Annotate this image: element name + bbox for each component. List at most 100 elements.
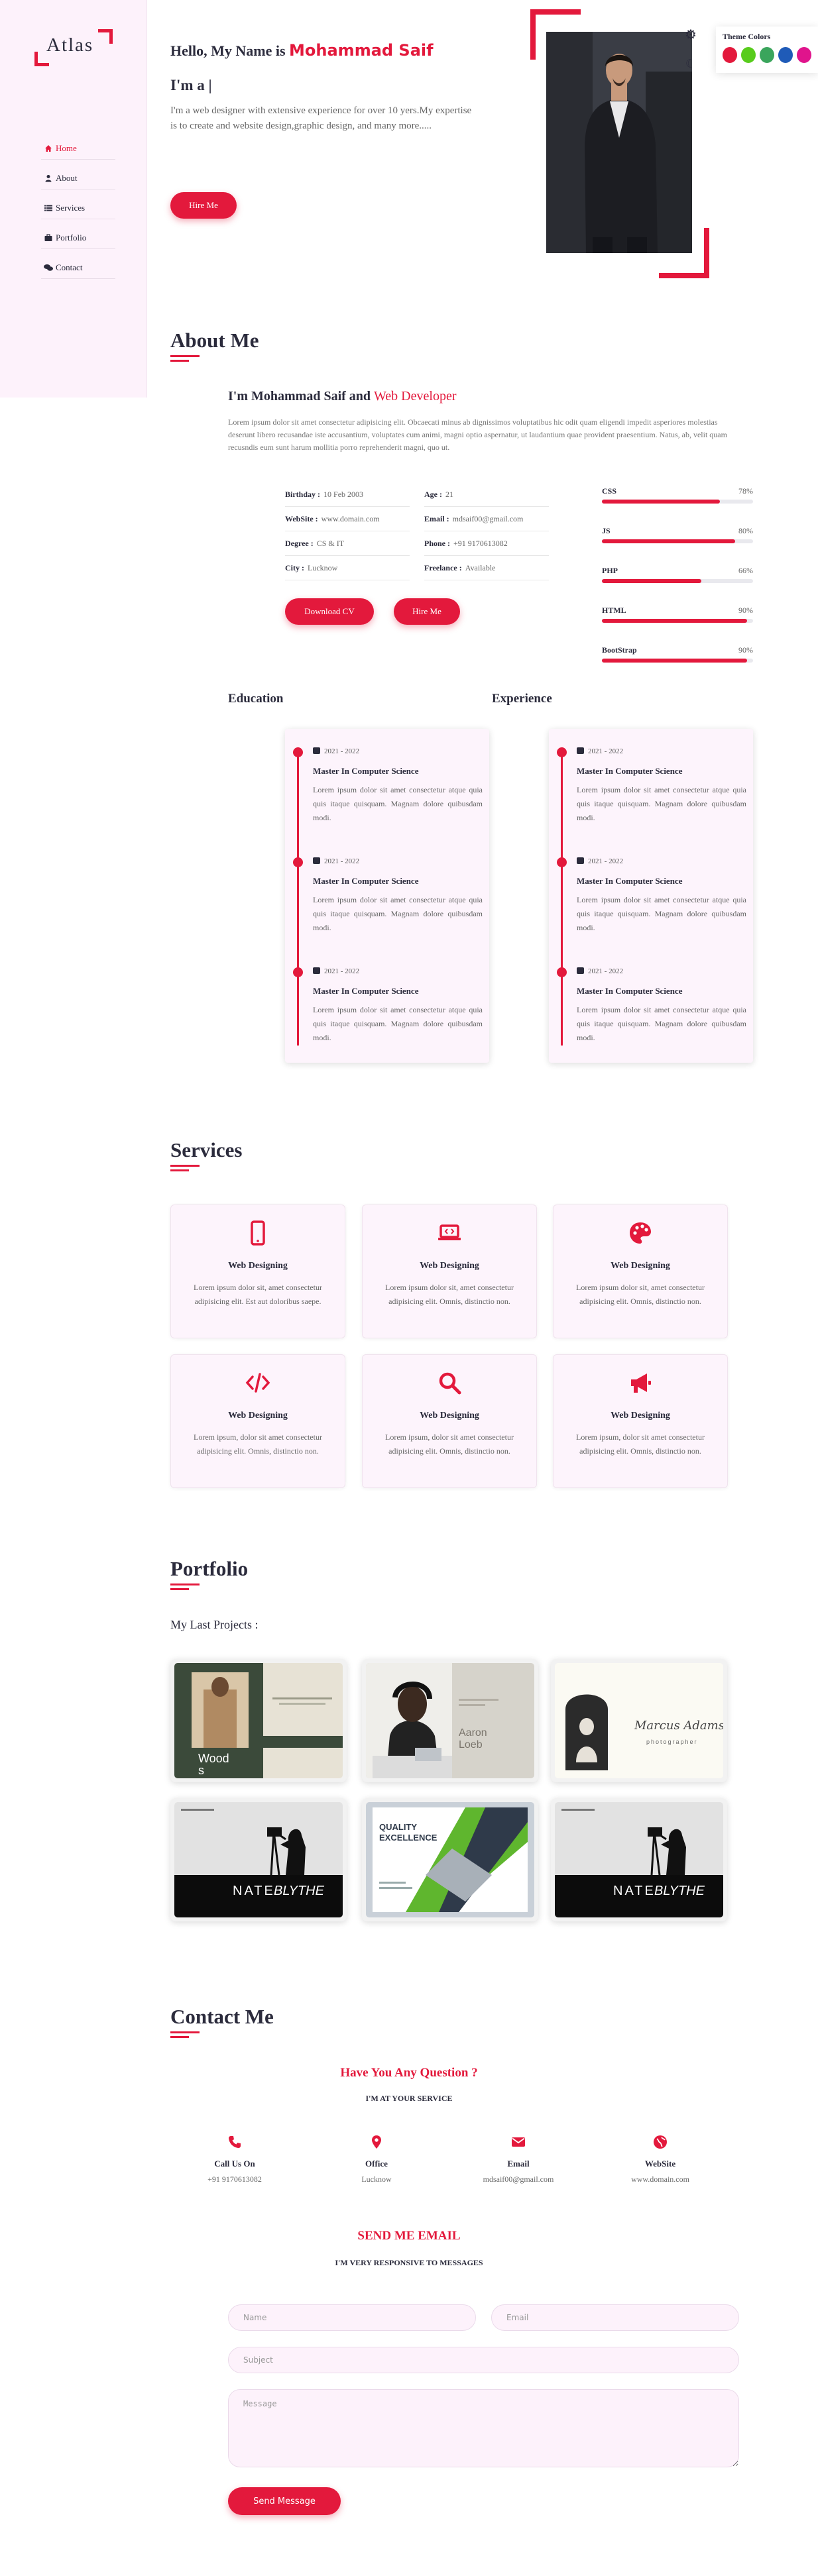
nate-thumbnail-2: NATE BLYTHE xyxy=(555,1802,723,1917)
portfolio-subtitle: My Last Projects : xyxy=(170,1618,259,1631)
info-label: Phone : xyxy=(424,538,450,548)
service-card[interactable]: Web Designing Lorem ipsum, dolor sit amet… xyxy=(170,1354,345,1488)
skill-track xyxy=(602,539,753,543)
portfolio-item-quality[interactable]: QUALITY EXCELLENCE xyxy=(362,1798,538,1921)
info-value: +91 9170613082 xyxy=(453,538,508,548)
gear-icon[interactable]: ⚙ xyxy=(683,27,699,42)
quality-text: QUALITY xyxy=(379,1822,417,1832)
info-value: 21 xyxy=(445,489,453,499)
subject-input[interactable] xyxy=(228,2347,739,2373)
timeline-date-text: 2021 - 2022 xyxy=(588,967,624,975)
service-description: Lorem ipsum dolor sit, amet consectetur … xyxy=(576,1283,705,1306)
nav-item-home[interactable]: Home xyxy=(41,137,115,160)
service-title: Web Designing xyxy=(420,1411,479,1421)
service-title: Web Designing xyxy=(420,1261,479,1271)
phone-icon xyxy=(227,2135,242,2149)
contact-website: WebSite www.domain.com xyxy=(607,2135,713,2184)
hero-name: Mohammad Saif xyxy=(289,41,434,60)
info-value: mdsaif00@gmail.com xyxy=(452,513,524,523)
contact-call-value[interactable]: +91 9170613082 xyxy=(182,2174,288,2184)
nav-item-contact[interactable]: Contact xyxy=(41,256,115,279)
hero-hire-button[interactable]: Hire Me xyxy=(170,192,237,219)
timeline-date-text: 2021 - 2022 xyxy=(588,747,624,755)
info-item: Birthday :10 Feb 2003 xyxy=(285,482,410,507)
service-title: Web Designing xyxy=(228,1411,288,1421)
info-item: Phone : +91 9170613082 xyxy=(424,531,549,556)
about-heading: I'm Mohammad Saif and Web Developer xyxy=(228,389,456,404)
portfolio-item-signature[interactable]: Marcus Adams photographer xyxy=(551,1659,727,1782)
message-textarea[interactable] xyxy=(228,2389,739,2467)
theme-colors-panel: Theme Colors xyxy=(716,27,818,73)
service-card[interactable]: Web Designing Lorem ipsum dolor sit, amet… xyxy=(553,1205,728,1338)
contact-title: Contact Me xyxy=(170,2005,274,2028)
aaron-text: Aaron xyxy=(459,1727,487,1739)
skill-item: JS 80% xyxy=(602,522,753,562)
contact-title-underline xyxy=(170,2031,200,2038)
skill-percent: 90% xyxy=(738,606,753,615)
envelope-icon xyxy=(511,2135,526,2149)
timeline-date-text: 2021 - 2022 xyxy=(324,967,360,975)
download-cv-button[interactable]: Download CV xyxy=(285,598,374,625)
nav-item-portfolio[interactable]: Portfolio xyxy=(41,227,115,249)
timeline-dot xyxy=(557,967,567,977)
theme-swatch[interactable] xyxy=(778,47,793,63)
portfolio-title: Portfolio xyxy=(170,1557,249,1580)
about-heading-role: Web Developer xyxy=(374,389,457,403)
service-card[interactable]: Web Designing Lorem ipsum, dolor sit amet… xyxy=(553,1354,728,1488)
info-label: Birthday : xyxy=(285,489,321,499)
info-item: Freelance : Available xyxy=(424,556,549,580)
contact-website-title: WebSite xyxy=(644,2159,676,2169)
theme-swatch[interactable] xyxy=(741,47,756,63)
service-card[interactable]: Web Designing Lorem ipsum dolor sit, amet… xyxy=(170,1205,345,1338)
send-email-title: SEND ME EMAIL xyxy=(357,2229,461,2243)
portfolio-item-aaron[interactable]: Aaron Loeb xyxy=(362,1659,538,1782)
contact-website-value[interactable]: www.domain.com xyxy=(607,2174,713,2184)
experience-entry: 2021 - 2022 Master In Computer Science Lor… xyxy=(549,953,753,1061)
blythe-text-1: BLYTHE xyxy=(274,1884,325,1898)
skill-bar-fill xyxy=(602,659,747,663)
skill-track xyxy=(602,619,753,623)
service-description: Lorem ipsum dolor sit, amet consectetur … xyxy=(385,1283,514,1306)
timeline-dot xyxy=(293,857,303,867)
theme-swatch[interactable] xyxy=(797,47,811,63)
send-message-button[interactable]: Send Message xyxy=(228,2487,341,2515)
info-label: Degree : xyxy=(285,538,314,548)
contact-email-value[interactable]: mdsaif00@gmail.com xyxy=(465,2174,571,2184)
nav-item-services[interactable]: Services xyxy=(41,197,115,219)
location-pin-icon xyxy=(369,2135,384,2149)
education-title: Education xyxy=(228,692,284,706)
nav-item-about[interactable]: About xyxy=(41,167,115,189)
moon-icon[interactable]: ☾ xyxy=(683,57,699,73)
timeline-title: Master In Computer Science xyxy=(577,766,683,776)
experience-entry: 2021 - 2022 Master In Computer Science Lor… xyxy=(549,733,753,841)
nate-thumbnail-1: NATE BLYTHE xyxy=(174,1802,343,1917)
contact-call: Call Us On +91 9170613082 xyxy=(182,2135,288,2184)
service-card[interactable]: Web Designing Lorem ipsum dolor sit, amet… xyxy=(362,1205,537,1338)
logo[interactable]: Atlas xyxy=(34,29,113,66)
skill-percent: 66% xyxy=(738,566,753,575)
portfolio-item-nate-blythe-2[interactable]: NATE BLYTHE xyxy=(551,1798,727,1921)
name-input[interactable] xyxy=(228,2304,476,2331)
about-title: About Me xyxy=(170,329,259,352)
signature-text: Marcus Adams xyxy=(634,1719,723,1733)
timeline-description: Lorem ipsum dolor sit amet consectetur a… xyxy=(577,1005,746,1042)
calendar-icon xyxy=(313,857,320,864)
email-input[interactable] xyxy=(491,2304,739,2331)
laptop-code-icon xyxy=(436,1220,463,1246)
contact-call-title: Call Us On xyxy=(214,2159,255,2169)
portfolio-item-woods[interactable]: Wood s xyxy=(170,1659,347,1782)
theme-swatch[interactable] xyxy=(760,47,774,63)
blythe-text-2: BLYTHE xyxy=(654,1884,705,1898)
about-hire-button[interactable]: Hire Me xyxy=(394,598,460,625)
info-item: Degree : CS & IT xyxy=(285,531,410,556)
theme-swatch[interactable] xyxy=(723,47,737,63)
service-title: Web Designing xyxy=(611,1411,670,1421)
service-title: Web Designing xyxy=(228,1261,288,1271)
skill-name: PHP xyxy=(602,566,618,575)
portfolio-item-nate-blythe-1[interactable]: NATE BLYTHE xyxy=(170,1798,347,1921)
calendar-icon xyxy=(577,857,584,864)
calendar-icon xyxy=(577,747,584,754)
info-label: Freelance : xyxy=(424,563,462,572)
service-card[interactable]: Web Designing Lorem ipsum, dolor sit amet… xyxy=(362,1354,537,1488)
palette-icon xyxy=(627,1220,654,1246)
